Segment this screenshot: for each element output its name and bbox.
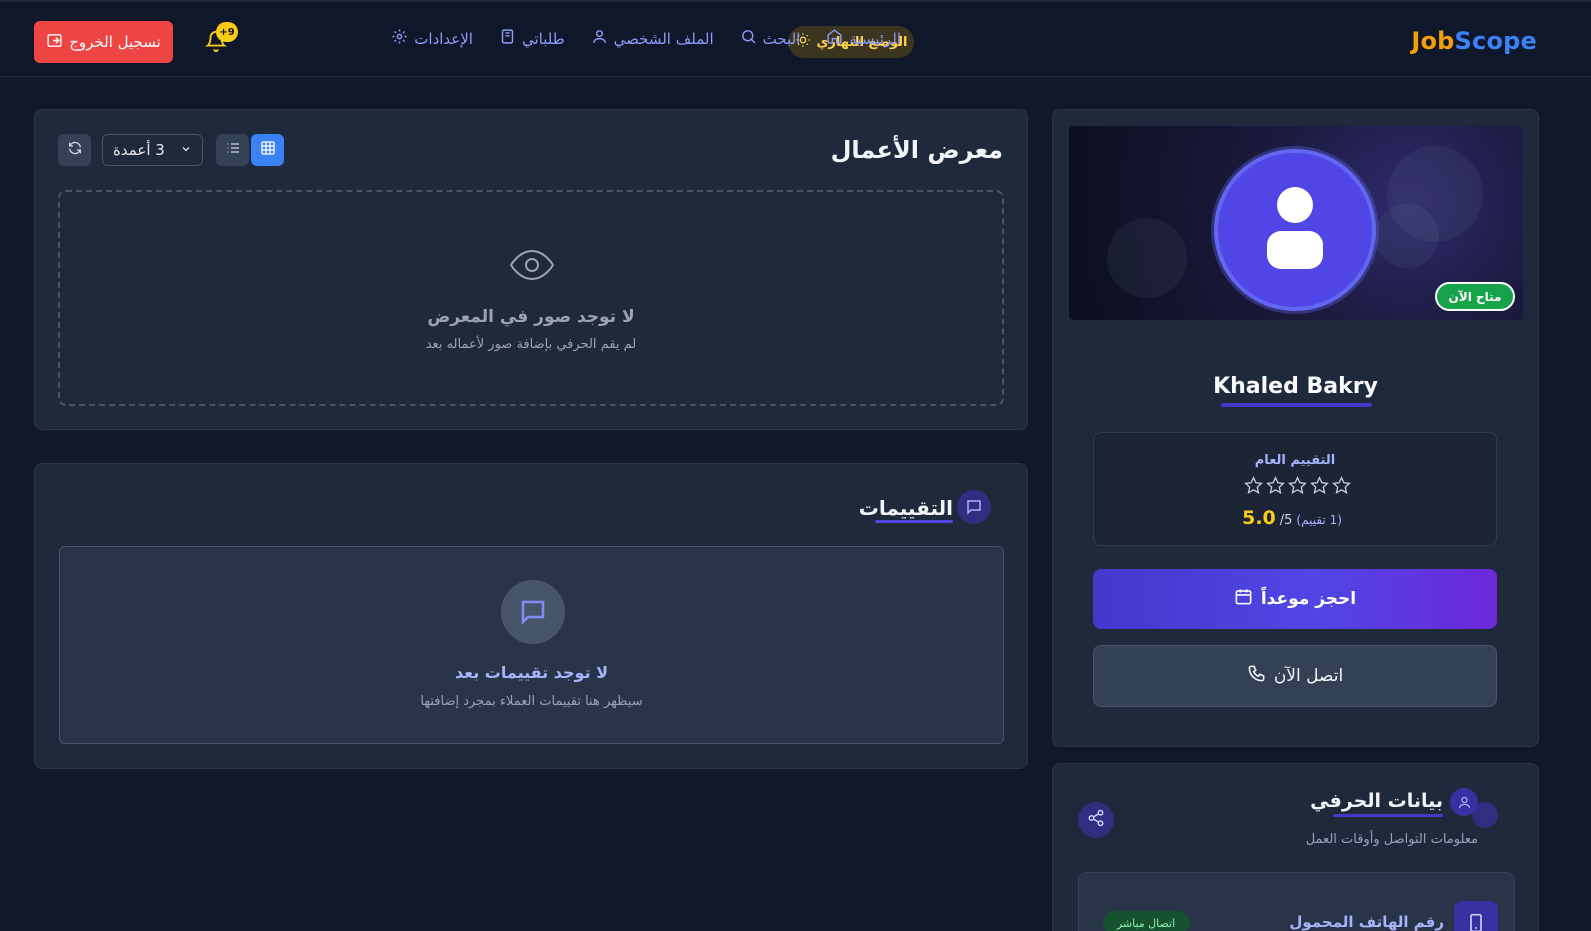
star-icon xyxy=(1310,476,1329,499)
nav-search[interactable]: البحث xyxy=(740,28,800,49)
gallery-empty-state: لا توجد صور في المعرض لم يقم الحرفي بإضا… xyxy=(58,190,1004,406)
mobile-icon xyxy=(1454,901,1498,931)
logo[interactable]: JobScope xyxy=(1411,27,1537,55)
share-icon xyxy=(1087,809,1105,831)
calendar-icon xyxy=(1234,587,1253,611)
rating-count: (1 تقييم) xyxy=(1296,513,1342,527)
rating-max: /5 xyxy=(1279,513,1293,528)
craftsman-info-panel: بيانات الحرفي معلومات التواصل وأوقات الع… xyxy=(1052,763,1539,931)
notifications-button[interactable]: +9 xyxy=(204,22,238,52)
top-navbar: JobScope الوضع النهاري الرئيسية البحث ال… xyxy=(0,0,1591,77)
reviews-empty-title: لا توجد تقييمات بعد xyxy=(454,663,609,682)
nav-profile[interactable]: الملف الشخصي xyxy=(591,28,714,49)
rating-summary: 5.0 /5 (1 تقييم) xyxy=(1094,507,1496,529)
profile-card: متاح الآن Khaled Bakry التقييم العام 5.0… xyxy=(1052,109,1539,747)
rating-box: التقييم العام 5.0 /5 (1 تقييم) xyxy=(1093,432,1497,546)
user-icon xyxy=(1450,788,1478,816)
nav-home[interactable]: الرئيسية xyxy=(826,28,901,49)
columns-select[interactable]: 3 أعمدة xyxy=(102,134,203,166)
logout-button[interactable]: تسجيل الخروج xyxy=(34,21,173,63)
decor-circle xyxy=(1375,204,1439,268)
craftsman-name: Khaled Bakry xyxy=(1213,374,1378,399)
gallery-panel: معرض الأعمال 3 أعمدة لا توجد صور في المع… xyxy=(34,109,1028,430)
reviews-panel: التقييمات لا توجد تقييمات بعد سيظهر هنا … xyxy=(34,463,1028,769)
search-icon xyxy=(740,28,757,49)
star-icon xyxy=(1288,476,1307,499)
star-rating xyxy=(1244,476,1351,499)
refresh-button[interactable] xyxy=(58,134,91,166)
gallery-empty-title: لا توجد صور في المعرض xyxy=(427,307,635,327)
info-subtitle: معلومات التواصل وأوقات العمل xyxy=(1305,832,1478,847)
gear-icon xyxy=(391,28,408,49)
home-icon xyxy=(826,28,843,49)
reviews-empty-subtitle: سيظهر هنا تقييمات العملاء بمجرد إضافتها xyxy=(420,694,643,709)
eye-icon xyxy=(509,245,555,285)
rating-label: التقييم العام xyxy=(1254,453,1336,468)
availability-badge: متاح الآن xyxy=(1435,282,1515,311)
chat-icon xyxy=(957,490,991,524)
logout-icon xyxy=(46,32,63,53)
grid-icon xyxy=(260,140,276,160)
reviews-title: التقييمات xyxy=(858,496,953,520)
gallery-title: معرض الأعمال xyxy=(830,136,1003,164)
live-contact-badge: اتصال مباشر xyxy=(1103,911,1189,931)
call-now-button[interactable]: اتصل الآن xyxy=(1093,645,1497,707)
chevron-down-icon xyxy=(180,141,192,159)
phone-contact-card[interactable]: رقم الهاتف المحمول اتصال مباشر xyxy=(1078,872,1515,931)
rating-score: 5.0 xyxy=(1242,507,1276,529)
nav-my-requests[interactable]: طلباتي xyxy=(499,28,565,49)
book-appointment-button[interactable]: احجز موعداً xyxy=(1093,569,1497,629)
star-icon xyxy=(1244,476,1263,499)
nav-settings[interactable]: الإعدادات xyxy=(391,28,473,49)
info-title: بيانات الحرفي xyxy=(1310,790,1443,812)
book-icon xyxy=(499,28,516,49)
share-button[interactable] xyxy=(1078,802,1114,838)
profile-cover: متاح الآن xyxy=(1069,126,1523,320)
list-view-button[interactable] xyxy=(216,134,249,166)
name-underline xyxy=(1221,403,1372,407)
chat-bubble-icon xyxy=(501,580,565,644)
user-icon xyxy=(591,28,608,49)
avatar xyxy=(1214,149,1376,311)
title-underline xyxy=(875,520,953,523)
decor-circle xyxy=(1107,218,1187,298)
reviews-empty-state: لا توجد تقييمات بعد سيظهر هنا تقييمات ال… xyxy=(59,546,1004,744)
user-avatar-icon xyxy=(1255,183,1335,277)
grid-view-button[interactable] xyxy=(251,134,284,166)
refresh-icon xyxy=(67,140,83,160)
gallery-empty-subtitle: لم يقم الحرفي بإضافة صور لأعماله بعد xyxy=(425,337,637,352)
phone-label: رقم الهاتف المحمول xyxy=(1289,913,1444,931)
star-icon xyxy=(1266,476,1285,499)
list-icon xyxy=(225,140,241,160)
star-icon xyxy=(1332,476,1351,499)
phone-icon xyxy=(1247,664,1266,688)
title-underline xyxy=(1333,814,1443,817)
notification-badge: +9 xyxy=(216,22,238,42)
main-nav: الرئيسية البحث الملف الشخصي طلباتي الإعد… xyxy=(391,28,901,49)
